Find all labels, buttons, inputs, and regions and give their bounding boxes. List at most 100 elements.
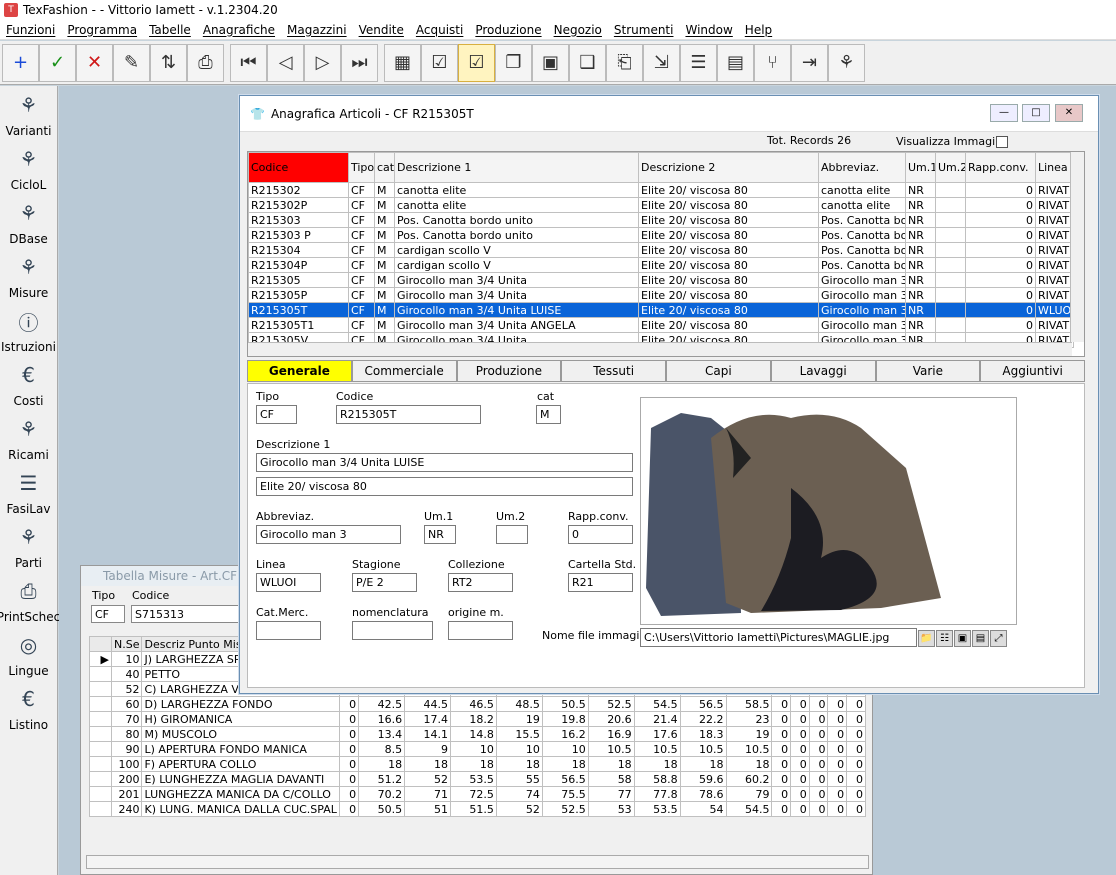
visualizza-immagini-checkbox[interactable]: [996, 136, 1008, 148]
copy-icon[interactable]: ❐: [495, 43, 532, 82]
sidebar-item-varianti[interactable]: ⚘ Varianti: [0, 86, 57, 140]
table-row[interactable]: 200 E) LUNGHEZZA MAGLIA DAVANTI 0 51.2 52 53.…: [89, 771, 866, 787]
list-icon[interactable]: ☰: [680, 43, 717, 82]
tab-commerciale[interactable]: Commerciale: [351, 360, 457, 382]
articoli-hscrollbar[interactable]: [248, 342, 1072, 356]
column-header[interactable]: Descrizione 1: [394, 152, 639, 183]
column-header[interactable]: Abbreviaz.: [818, 152, 906, 183]
table-row[interactable]: R215305P CF M Girocollo man 3/4 Unita Elite …: [248, 287, 1074, 303]
row-selector[interactable]: [89, 681, 112, 697]
list-check-active-icon[interactable]: ☑: [458, 43, 495, 82]
minimize-button[interactable]: —: [990, 104, 1018, 122]
paste-icon[interactable]: ▤: [972, 630, 989, 647]
table-row[interactable]: R215305T1 CF M Girocollo man 3/4 Unita ANGE…: [248, 317, 1074, 333]
column-header[interactable]: Um.2: [935, 152, 966, 183]
codice-field[interactable]: R215305T: [336, 405, 481, 424]
table-row[interactable]: 60 D) LARGHEZZA FONDO 0 42.5 44.5 46.5 48.5 50.…: [89, 696, 866, 712]
row-selector[interactable]: [89, 696, 112, 712]
table-row[interactable]: 240 K) LUNG. MANICA DALLA CUC.SPAL 0 50.5 51…: [89, 801, 866, 817]
rapp-conv-field[interactable]: 0: [568, 525, 633, 544]
report-icon[interactable]: ▤: [717, 43, 754, 82]
row-selector[interactable]: [89, 771, 112, 787]
row-selector[interactable]: [89, 741, 112, 757]
fullscreen-icon[interactable]: ⤢: [990, 630, 1007, 647]
collezione-field[interactable]: RT2: [448, 573, 513, 592]
menu-help[interactable]: Help: [739, 23, 778, 37]
menu-vendite[interactable]: Vendite: [353, 23, 410, 37]
edit-icon[interactable]: ✎: [113, 43, 150, 82]
misure-hscrollbar[interactable]: [86, 855, 869, 869]
sidebar-item-printschec[interactable]: ⎙ PrintSchec: [0, 572, 60, 626]
sort-icon[interactable]: ⇅: [150, 43, 187, 82]
open-folder-icon[interactable]: 📁: [918, 630, 935, 647]
table-row[interactable]: R215305T CF M Girocollo man 3/4 Unita LUISE…: [248, 302, 1074, 318]
print-icon[interactable]: ⎙: [187, 43, 224, 82]
menu-acquisti[interactable]: Acquisti: [410, 23, 469, 37]
confirm-icon[interactable]: ✓: [39, 43, 76, 82]
catmerc-field[interactable]: [256, 621, 321, 640]
row-selector[interactable]: [89, 786, 112, 802]
linea-field[interactable]: WLUOI: [256, 573, 321, 592]
table-row[interactable]: R215302P CF Mcanotta elite Elite 20/ viscos…: [248, 197, 1074, 213]
column-header[interactable]: Descrizione 2: [638, 152, 819, 183]
row-selector[interactable]: [89, 801, 112, 817]
sidebar-item-listino[interactable]: € Listino: [0, 680, 57, 734]
table-row[interactable]: 100 F) APERTURA COLLO 0 18 18 18 18 18 18 18 18 18 0…: [89, 756, 866, 772]
origine-field[interactable]: [448, 621, 513, 640]
tab-produzione[interactable]: Produzione: [456, 360, 562, 382]
save-icon[interactable]: ▣: [532, 43, 569, 82]
tab-aggiuntivi[interactable]: Aggiuntivi: [980, 360, 1085, 382]
um2-field[interactable]: [496, 525, 528, 544]
tab-lavaggi[interactable]: Lavaggi: [770, 360, 876, 382]
menu-tabelle[interactable]: Tabelle: [143, 23, 197, 37]
column-header[interactable]: Rapp.conv.: [965, 152, 1036, 183]
table-row[interactable]: R215303 CF M Pos. Canotta bordo unito Elite …: [248, 212, 1074, 228]
menu-programma[interactable]: Programma: [61, 23, 143, 37]
sidebar-item-misure[interactable]: ⚘ Misure: [0, 248, 57, 302]
misure-tipo-field[interactable]: CF: [91, 605, 125, 623]
export-icon[interactable]: ⇲: [643, 43, 680, 82]
prev-record-icon[interactable]: ◁: [267, 43, 304, 82]
column-header[interactable]: Codice: [248, 152, 349, 183]
sidebar-item-istruzioni[interactable]: ⓘ Istruzioni: [0, 302, 57, 356]
sidebar-item-lingue[interactable]: ◎ Lingue: [0, 626, 57, 680]
menu-magazzini[interactable]: Magazzini: [281, 23, 353, 37]
close-button[interactable]: ✕: [1055, 104, 1083, 122]
save-icon[interactable]: ▣: [954, 630, 971, 647]
maximize-button[interactable]: □: [1022, 104, 1050, 122]
menu-window[interactable]: Window: [679, 23, 738, 37]
cartella-field[interactable]: R21: [568, 573, 633, 592]
first-record-icon[interactable]: ⏮: [230, 43, 267, 82]
table-row[interactable]: R215303 P CF M Pos. Canotta bordo unito Elit…: [248, 227, 1074, 243]
sidebar-item-costi[interactable]: € Costi: [0, 356, 57, 410]
tab-capi[interactable]: Capi: [666, 360, 771, 382]
next-record-icon[interactable]: ▷: [304, 43, 341, 82]
column-header[interactable]: Tipo: [348, 152, 375, 183]
tree-icon[interactable]: ⑂: [754, 43, 791, 82]
nomenclatura-field[interactable]: [352, 621, 433, 640]
sidebar-item-dbase[interactable]: ⚘ DBase: [0, 194, 57, 248]
column-header[interactable]: Linea: [1035, 152, 1074, 183]
shirt-icon[interactable]: ⚘: [828, 43, 865, 82]
tab-varie[interactable]: Varie: [875, 360, 981, 382]
table-row[interactable]: 80 M) MUSCOLO 0 13.4 14.1 14.8 15.5 16.2 16.9 17.…: [89, 726, 866, 742]
sidebar-item-ricami[interactable]: ⚘ Ricami: [0, 410, 57, 464]
paste-icon[interactable]: ⎗: [606, 43, 643, 82]
tab-generale[interactable]: Generale: [247, 360, 352, 382]
sidebar-item-fasilav[interactable]: ☰ FasiLav: [0, 464, 57, 518]
row-selector[interactable]: [89, 726, 112, 742]
cat-field[interactable]: M: [536, 405, 561, 424]
column-header[interactable]: Um.1: [905, 152, 936, 183]
table-row[interactable]: R215304 CF Mcardigan scollo V Elite 20/ vis…: [248, 242, 1074, 258]
view-image-icon[interactable]: ☷: [936, 630, 953, 647]
add-icon[interactable]: +: [2, 43, 39, 82]
menu-strumenti[interactable]: Strumenti: [608, 23, 680, 37]
row-selector[interactable]: [89, 666, 112, 682]
abbrev-field[interactable]: Girocollo man 3: [256, 525, 401, 544]
image-filename-field[interactable]: C:\Users\Vittorio Iametti\Pictures\MAGLI…: [640, 628, 917, 647]
um1-field[interactable]: NR: [424, 525, 456, 544]
table-row[interactable]: 201 LUNGHEZZA MANICA DA C/COLLO 0 70.2 71 72.…: [89, 786, 866, 802]
menu-anagrafiche[interactable]: Anagrafiche: [197, 23, 281, 37]
table-row[interactable]: 90 L) APERTURA FONDO MANICA 0 8.5 9 10 10 10 10.…: [89, 741, 866, 757]
articoli-vscrollbar[interactable]: [1070, 152, 1084, 342]
